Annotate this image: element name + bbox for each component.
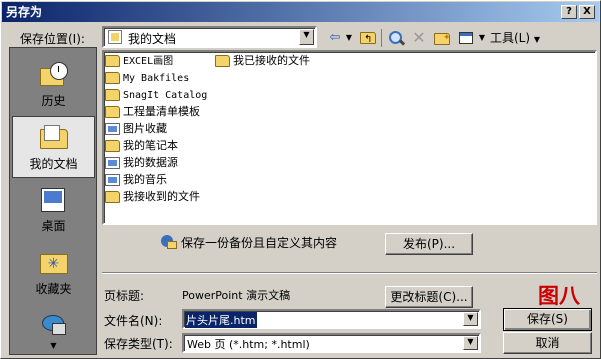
file-list[interactable]: EXCEL画图 My Bakfiles SnagIt Catalog 工程量清单模板图… xyxy=(102,50,597,225)
file-list-item-label: EXCEL画图 xyxy=(123,56,174,67)
filetype-combo[interactable]: Web 页 (*.htm; *.html) ▼ xyxy=(182,333,481,353)
special-folder-icon xyxy=(105,174,120,186)
delete-icon[interactable]: ✕ xyxy=(409,28,429,48)
file-list-item[interactable]: 工程量清单模板 xyxy=(104,104,200,120)
favorites-icon: ✳ xyxy=(38,248,70,278)
publish-button[interactable]: 发布(P)... xyxy=(385,233,473,255)
file-list-item[interactable]: 我的音乐 xyxy=(104,172,167,188)
place-history[interactable]: 历史 xyxy=(12,54,95,116)
special-folder-icon xyxy=(105,157,120,169)
places-bar: 历史 我的文档 桌面 ✳ 收藏夹 ▼ xyxy=(9,47,97,355)
location-value: 我的文档 xyxy=(128,32,177,46)
tools-menu[interactable]: 工具(L) ▼ xyxy=(489,28,541,48)
save-as-dialog: 另存为 ? X 保存位置(I): 我的文档 ▼ ⇦ ▼ ↰ ✕ ✦ ▼ 工具(L… xyxy=(0,0,601,359)
help-button[interactable]: ? xyxy=(561,5,577,19)
location-dropdown-button[interactable]: ▼ xyxy=(299,29,314,45)
back-dropdown-icon[interactable]: ▼ xyxy=(344,28,354,48)
file-list-item-label: 我接收到的文件 xyxy=(123,190,200,203)
title-bar: 另存为 ? X xyxy=(2,2,599,22)
file-list-item[interactable]: 我的笔记本 xyxy=(104,138,178,154)
views-icon[interactable] xyxy=(456,28,476,48)
desktop-icon xyxy=(38,185,70,215)
file-list-item[interactable]: 我已接收的文件 xyxy=(214,53,310,69)
folder-icon xyxy=(105,140,120,152)
file-list-item-label: 图片收藏 xyxy=(123,122,167,135)
page-title-value: PowerPoint 演示文稿 xyxy=(182,289,291,302)
place-my-documents-label: 我的文档 xyxy=(29,157,78,171)
place-desktop-label: 桌面 xyxy=(41,219,66,233)
filename-label: 文件名(N): xyxy=(104,314,163,328)
network-places-icon xyxy=(38,311,70,341)
cancel-button[interactable]: 取消 xyxy=(503,332,592,354)
special-folder-icon xyxy=(105,123,120,135)
location-combo[interactable]: 我的文档 ▼ xyxy=(102,26,317,48)
my-documents-small-icon xyxy=(108,30,122,44)
figure-annotation: 图八 xyxy=(538,284,580,308)
history-icon xyxy=(38,60,70,90)
close-button[interactable]: X xyxy=(579,5,595,19)
filetype-dropdown-button[interactable]: ▼ xyxy=(463,336,478,350)
search-web-icon[interactable] xyxy=(386,28,408,48)
file-list-item[interactable]: My Bakfiles xyxy=(104,70,189,86)
file-list-item[interactable]: 我的数据源 xyxy=(104,155,178,171)
change-title-button[interactable]: 更改标题(C)... xyxy=(385,286,473,308)
place-history-label: 历史 xyxy=(41,94,66,108)
publish-icon xyxy=(159,233,177,251)
file-list-item[interactable]: EXCEL画图 xyxy=(104,53,173,69)
up-folder-icon[interactable]: ↰ xyxy=(357,28,379,48)
location-label: 保存位置(I): xyxy=(20,32,85,46)
window-title: 另存为 xyxy=(6,5,43,19)
filetype-label: 保存类型(T): xyxy=(104,337,173,351)
file-list-item-label: 我的笔记本 xyxy=(123,139,178,152)
views-dropdown-icon[interactable]: ▼ xyxy=(477,28,487,48)
file-list-item-label: 工程量清单模板 xyxy=(123,105,200,118)
back-icon[interactable]: ⇦ xyxy=(325,28,345,48)
file-list-item[interactable]: 我接收到的文件 xyxy=(104,189,200,205)
tools-label: 工具(L) xyxy=(489,31,531,45)
file-list-item-label: My Bakfiles xyxy=(123,73,190,84)
file-list-item[interactable]: SnagIt Catalog xyxy=(104,87,207,103)
section-divider xyxy=(102,272,597,274)
save-button[interactable]: 保存(S) xyxy=(503,308,592,331)
folder-icon xyxy=(215,55,230,67)
places-scroll-down-icon[interactable]: ▼ xyxy=(12,341,95,350)
filetype-value: Web 页 (*.htm; *.html) xyxy=(187,338,310,351)
place-favorites[interactable]: ✳ 收藏夹 xyxy=(12,242,95,304)
place-favorites-label: 收藏夹 xyxy=(35,282,72,296)
file-list-item-label: 我已接收的文件 xyxy=(233,54,310,67)
new-folder-icon[interactable]: ✦ xyxy=(431,28,453,48)
my-documents-icon xyxy=(38,123,70,153)
file-list-item-label: 我的音乐 xyxy=(123,173,167,186)
file-list-item[interactable]: 图片收藏 xyxy=(104,121,167,137)
place-network[interactable]: ▼ xyxy=(12,305,95,353)
toolbar-separator xyxy=(381,29,382,47)
publish-text: 保存一份备份且自定义其内容 xyxy=(181,236,338,250)
file-list-item-label: SnagIt Catalog xyxy=(123,90,208,101)
folder-icon xyxy=(105,55,120,67)
place-my-documents[interactable]: 我的文档 xyxy=(12,116,95,178)
filename-combo[interactable]: 片头片尾.htm ▼ xyxy=(182,309,481,329)
filename-input[interactable]: 片头片尾.htm xyxy=(185,312,257,328)
place-desktop[interactable]: 桌面 xyxy=(12,179,95,241)
page-title-label: 页标题: xyxy=(104,289,145,303)
filename-dropdown-button[interactable]: ▼ xyxy=(463,312,478,326)
file-list-item-label: 我的数据源 xyxy=(123,156,178,169)
folder-icon xyxy=(105,191,120,203)
folder-icon xyxy=(105,72,120,84)
folder-icon xyxy=(105,89,120,101)
folder-icon xyxy=(105,106,120,118)
